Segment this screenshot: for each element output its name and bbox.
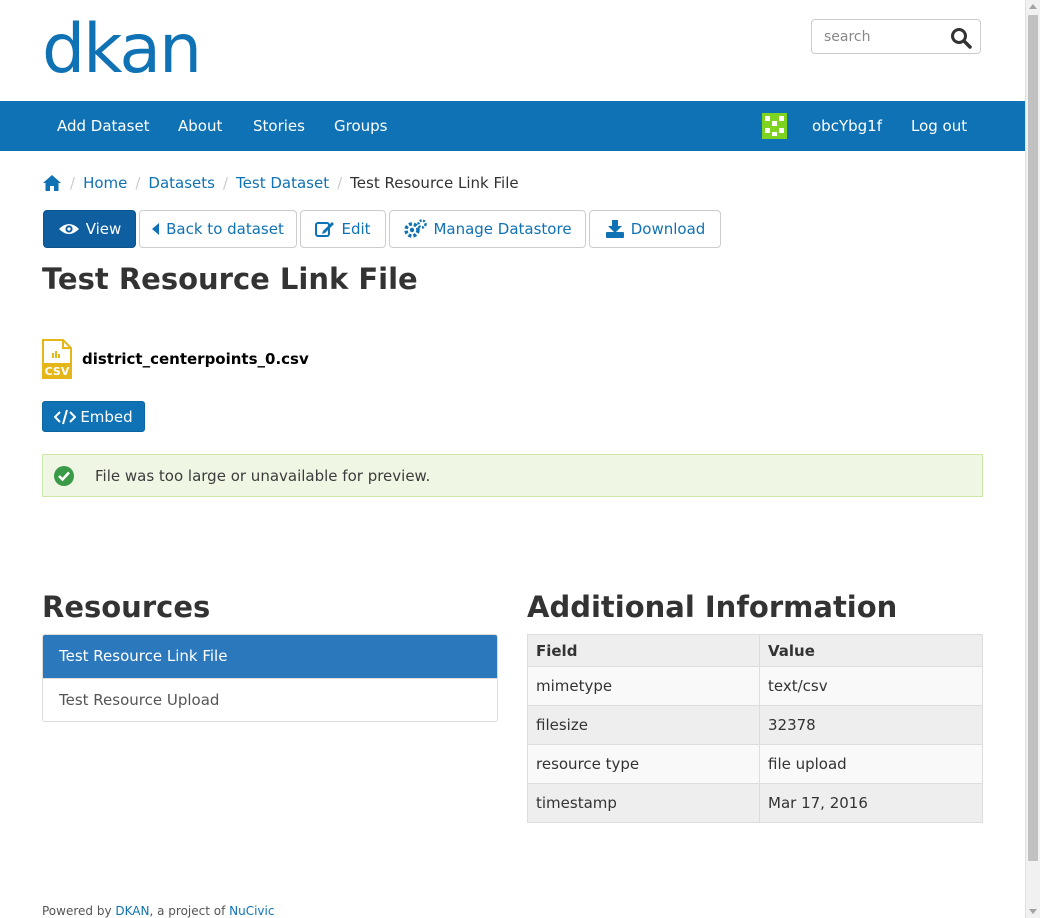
nav-groups[interactable]: Groups — [334, 101, 387, 151]
column-header: Field — [527, 634, 760, 667]
manage-label: Manage Datastore — [433, 220, 572, 238]
breadcrumb-separator: / — [222, 174, 229, 192]
csv-icon-label: CSV — [45, 365, 70, 378]
preview-alert: File was too large or unavailable for pr… — [42, 454, 983, 497]
code-icon — [54, 409, 77, 425]
user-avatar[interactable] — [762, 113, 787, 139]
breadcrumb-separator: / — [70, 174, 76, 192]
additional-info-heading: Additional Information — [527, 590, 898, 624]
eye-icon — [58, 222, 80, 236]
edit-label: Edit — [341, 220, 371, 238]
file-name[interactable]: district_centerpoints_0.csv — [82, 350, 309, 368]
breadcrumb-datasets[interactable]: Datasets — [148, 174, 215, 192]
preview-message: File was too large or unavailable for pr… — [95, 466, 431, 485]
table-row: resource type file upload — [527, 744, 983, 784]
column-header: Value — [759, 634, 983, 667]
scroll-up-arrow[interactable] — [1029, 4, 1037, 9]
embed-label: Embed — [80, 407, 133, 426]
value-cell: Mar 17, 2016 — [759, 783, 983, 823]
resource-item-link-file[interactable]: Test Resource Link File — [43, 635, 497, 678]
resource-item-upload[interactable]: Test Resource Upload — [43, 678, 497, 721]
back-label: Back to dataset — [166, 220, 284, 238]
back-to-dataset-button[interactable]: Back to dataset — [139, 210, 297, 248]
download-icon — [605, 220, 625, 238]
search-icon[interactable] — [950, 27, 972, 49]
resources-heading: Resources — [42, 590, 211, 624]
table-header-row: Field Value — [527, 634, 983, 667]
footer-nucivic-link[interactable]: NuCivic — [229, 904, 274, 918]
breadcrumb: / Home / Datasets / Test Dataset / Test … — [42, 171, 519, 195]
home-icon[interactable] — [42, 174, 62, 192]
site-logo[interactable]: dkan — [42, 14, 202, 86]
field-cell: filesize — [527, 705, 760, 745]
footer-prefix: Powered by — [42, 904, 112, 918]
edit-icon — [315, 220, 335, 238]
caret-left-icon — [152, 223, 160, 235]
field-cell: resource type — [527, 744, 760, 784]
scroll-down-arrow[interactable] — [1029, 909, 1037, 914]
check-circle-icon — [53, 465, 75, 487]
value-cell: text/csv — [759, 666, 983, 706]
embed-button[interactable]: Embed — [42, 401, 145, 432]
nav-username[interactable]: obcYbg1f — [812, 101, 882, 151]
breadcrumb-dataset[interactable]: Test Dataset — [236, 174, 329, 192]
nav-add-dataset[interactable]: Add Dataset — [57, 101, 150, 151]
nav-logout[interactable]: Log out — [911, 101, 967, 151]
breadcrumb-home[interactable]: Home — [83, 174, 127, 192]
scrollbar-thumb[interactable] — [1028, 15, 1038, 861]
breadcrumb-separator: / — [135, 174, 141, 192]
file-info: CSV district_centerpoints_0.csv — [42, 338, 309, 380]
breadcrumb-separator: / — [337, 174, 343, 192]
breadcrumb-current: Test Resource Link File — [350, 174, 519, 192]
main-navbar: Add Dataset About Stories Groups obcYbg1… — [0, 101, 1025, 151]
search-form — [811, 19, 981, 54]
download-button[interactable]: Download — [589, 210, 721, 248]
vertical-scrollbar[interactable] — [1025, 0, 1040, 918]
field-cell: mimetype — [527, 666, 760, 706]
footer-dkan-link[interactable]: DKAN — [115, 904, 149, 918]
view-label: View — [85, 220, 122, 238]
page: dkan Add Dataset About Stories Groups ob… — [0, 0, 1025, 918]
view-button[interactable]: View — [43, 210, 136, 248]
resources-list: Test Resource Link File Test Resource Up… — [42, 634, 498, 722]
table-row: filesize 32378 — [527, 705, 983, 745]
site-footer: Powered by DKAN, a project of NuCivic — [42, 904, 274, 918]
nav-about[interactable]: About — [178, 101, 222, 151]
edit-button[interactable]: Edit — [300, 210, 386, 248]
csv-file-icon: CSV — [42, 339, 72, 379]
value-cell: file upload — [759, 744, 983, 784]
page-title: Test Resource Link File — [42, 262, 418, 296]
footer-middle: , a project of — [149, 904, 226, 918]
field-cell: timestamp — [527, 783, 760, 823]
table-row: mimetype text/csv — [527, 666, 983, 706]
site-header: dkan — [0, 0, 1025, 101]
gears-icon — [403, 219, 428, 239]
search-input[interactable] — [812, 20, 942, 53]
manage-datastore-button[interactable]: Manage Datastore — [389, 210, 586, 248]
table-row: timestamp Mar 17, 2016 — [527, 783, 983, 823]
nav-stories[interactable]: Stories — [253, 101, 305, 151]
additional-info-table: Field Value mimetype text/csv filesize 3… — [527, 634, 983, 823]
value-cell: 32378 — [759, 705, 983, 745]
download-label: Download — [630, 220, 706, 238]
